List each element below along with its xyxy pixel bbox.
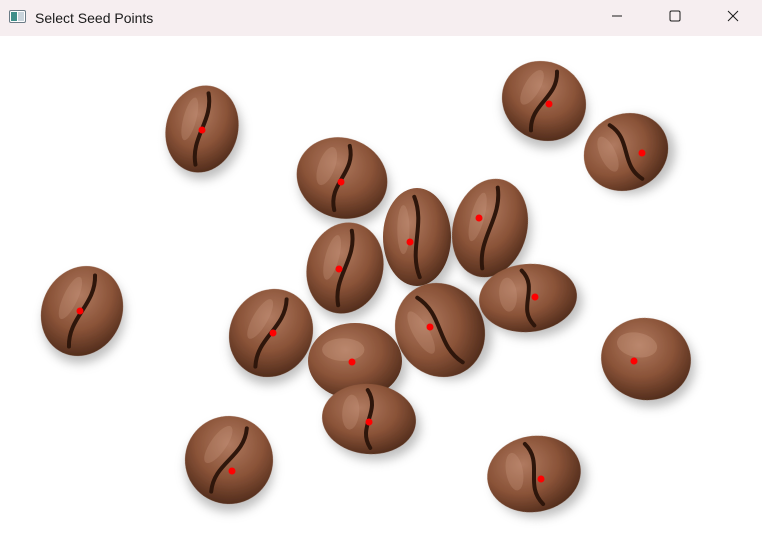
seed-point-marker[interactable] [537, 475, 545, 483]
coffee-beans-image[interactable] [0, 36, 762, 543]
seed-point-marker[interactable] [365, 418, 373, 426]
coffee-bean [501, 60, 587, 142]
seed-point-marker[interactable] [76, 307, 84, 315]
seed-point-marker[interactable] [228, 467, 236, 475]
coffee-bean [306, 222, 384, 314]
close-button[interactable] [704, 0, 762, 36]
coffee-bean [601, 317, 691, 401]
seed-point-marker[interactable] [545, 100, 553, 108]
seed-point-marker[interactable] [406, 238, 414, 246]
seed-point-marker[interactable] [337, 178, 345, 186]
coffee-bean [583, 113, 669, 191]
coffee-bean [185, 416, 273, 504]
seed-point-marker[interactable] [198, 126, 206, 134]
seed-point-marker[interactable] [269, 329, 277, 337]
coffee-bean [487, 435, 581, 513]
seed-point-marker[interactable] [638, 149, 646, 157]
seed-point-marker[interactable] [348, 358, 356, 366]
seed-point-marker[interactable] [630, 357, 638, 365]
maximize-button[interactable] [646, 0, 704, 36]
title-bar[interactable]: Select Seed Points [0, 0, 762, 36]
coffee-bean [383, 188, 451, 286]
seed-point-marker[interactable] [475, 214, 483, 222]
seed-point-marker[interactable] [335, 265, 343, 273]
window-title: Select Seed Points [35, 10, 154, 26]
minimize-icon [611, 9, 623, 27]
close-icon [727, 9, 739, 27]
maximize-icon [669, 9, 681, 27]
image-canvas[interactable] [0, 36, 762, 543]
minimize-button[interactable] [588, 0, 646, 36]
coffee-bean [296, 137, 388, 219]
image-viewer-icon [9, 10, 26, 23]
seed-point-marker[interactable] [531, 293, 539, 301]
seed-point-marker[interactable] [426, 323, 434, 331]
